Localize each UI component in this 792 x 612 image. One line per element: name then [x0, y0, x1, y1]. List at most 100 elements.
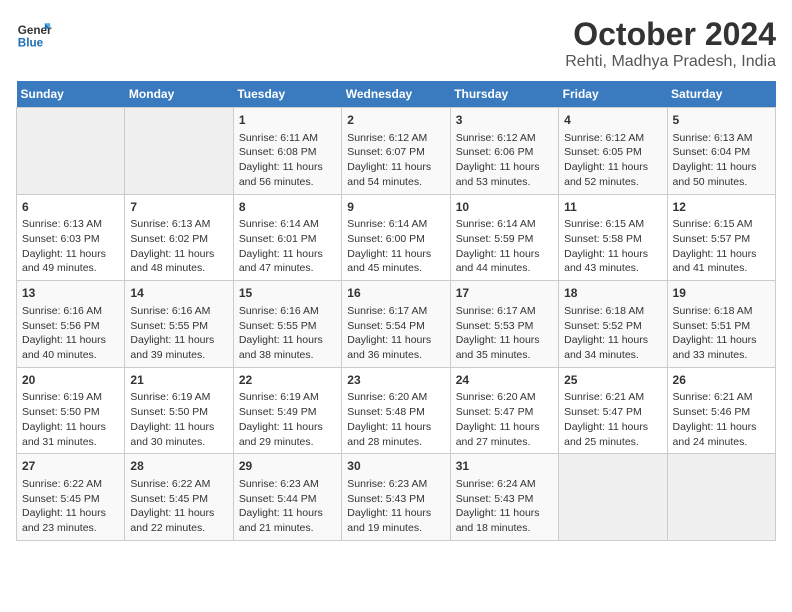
calendar-week-3: 13 Sunrise: 6:16 AM Sunset: 5:56 PM Dayli… — [17, 281, 776, 368]
day-content: Sunrise: 6:12 AM Sunset: 6:06 PM Dayligh… — [456, 131, 553, 190]
header-cell-wednesday: Wednesday — [342, 81, 450, 108]
calendar-cell: 2Sunrise: 6:12 AM Sunset: 6:07 PM Daylig… — [342, 108, 450, 195]
day-number: 2 — [347, 112, 444, 129]
day-number: 13 — [22, 285, 119, 302]
calendar-cell: 18Sunrise: 6:18 AM Sunset: 5:52 PM Dayli… — [559, 281, 667, 368]
day-number: 23 — [347, 372, 444, 389]
calendar-cell: 3Sunrise: 6:12 AM Sunset: 6:06 PM Daylig… — [450, 108, 558, 195]
calendar-cell: 1 Sunrise: 6:11 AM Sunset: 6:08 PM Daylig… — [233, 108, 341, 195]
day-number: 25 — [564, 372, 661, 389]
day-content: Sunrise: 6:19 AM Sunset: 5:49 PM Dayligh… — [239, 390, 336, 449]
day-content: Sunrise: 6:13 AM Sunset: 6:03 PM Dayligh… — [22, 217, 119, 276]
header-cell-friday: Friday — [559, 81, 667, 108]
day-content: Sunrise: 6:23 AM Sunset: 5:44 PM Dayligh… — [239, 477, 336, 536]
calendar-table: SundayMondayTuesdayWednesdayThursdayFrid… — [16, 81, 776, 541]
calendar-cell: 8Sunrise: 6:14 AM Sunset: 6:01 PM Daylig… — [233, 194, 341, 281]
day-content: Sunrise: 6:22 AM Sunset: 5:45 PM Dayligh… — [130, 477, 227, 536]
day-content: Sunrise: 6:17 AM Sunset: 5:53 PM Dayligh… — [456, 304, 553, 363]
day-number: 31 — [456, 458, 553, 475]
calendar-cell: 26Sunrise: 6:21 AM Sunset: 5:46 PM Dayli… — [667, 367, 775, 454]
calendar-cell: 6Sunrise: 6:13 AM Sunset: 6:03 PM Daylig… — [17, 194, 125, 281]
header-cell-tuesday: Tuesday — [233, 81, 341, 108]
header-cell-monday: Monday — [125, 81, 233, 108]
day-content: Sunrise: 6:21 AM Sunset: 5:47 PM Dayligh… — [564, 390, 661, 449]
day-number: 30 — [347, 458, 444, 475]
day-content: Sunrise: 6:16 AM Sunset: 5:56 PM Dayligh… — [22, 304, 119, 363]
day-content: Sunrise: 6:14 AM Sunset: 6:01 PM Dayligh… — [239, 217, 336, 276]
header-cell-saturday: Saturday — [667, 81, 775, 108]
calendar-cell: 14Sunrise: 6:16 AM Sunset: 5:55 PM Dayli… — [125, 281, 233, 368]
day-content: Sunrise: 6:21 AM Sunset: 5:46 PM Dayligh… — [673, 390, 770, 449]
day-content: Sunrise: 6:23 AM Sunset: 5:43 PM Dayligh… — [347, 477, 444, 536]
day-number: 29 — [239, 458, 336, 475]
day-content: Sunrise: 6:13 AM Sunset: 6:04 PM Dayligh… — [673, 131, 770, 190]
calendar-cell: 23Sunrise: 6:20 AM Sunset: 5:48 PM Dayli… — [342, 367, 450, 454]
calendar-header: SundayMondayTuesdayWednesdayThursdayFrid… — [17, 81, 776, 108]
day-number: 12 — [673, 199, 770, 216]
calendar-cell: 17Sunrise: 6:17 AM Sunset: 5:53 PM Dayli… — [450, 281, 558, 368]
calendar-cell: 29 Sunrise: 6:23 AM Sunset: 5:44 PM Dayli… — [233, 454, 341, 541]
day-number: 18 — [564, 285, 661, 302]
calendar-cell — [559, 454, 667, 541]
calendar-cell: 31 Sunrise: 6:24 AM Sunset: 5:43 PM Dayli… — [450, 454, 558, 541]
calendar-cell: 7Sunrise: 6:13 AM Sunset: 6:02 PM Daylig… — [125, 194, 233, 281]
calendar-week-1: 1 Sunrise: 6:11 AM Sunset: 6:08 PM Daylig… — [17, 108, 776, 195]
day-number: 26 — [673, 372, 770, 389]
page-header: General Blue October 2024 Rehti, Madhya … — [16, 16, 776, 71]
calendar-cell: 9Sunrise: 6:14 AM Sunset: 6:00 PM Daylig… — [342, 194, 450, 281]
day-content: Sunrise: 6:19 AM Sunset: 5:50 PM Dayligh… — [22, 390, 119, 449]
day-content: Sunrise: 6:15 AM Sunset: 5:58 PM Dayligh… — [564, 217, 661, 276]
calendar-cell: 21Sunrise: 6:19 AM Sunset: 5:50 PM Dayli… — [125, 367, 233, 454]
day-content: Sunrise: 6:18 AM Sunset: 5:51 PM Dayligh… — [673, 304, 770, 363]
day-number: 14 — [130, 285, 227, 302]
calendar-cell: 25Sunrise: 6:21 AM Sunset: 5:47 PM Dayli… — [559, 367, 667, 454]
day-number: 27 — [22, 458, 119, 475]
calendar-cell: 5Sunrise: 6:13 AM Sunset: 6:04 PM Daylig… — [667, 108, 775, 195]
day-number: 16 — [347, 285, 444, 302]
day-content: Sunrise: 6:22 AM Sunset: 5:45 PM Dayligh… — [22, 477, 119, 536]
day-number: 8 — [239, 199, 336, 216]
day-content: Sunrise: 6:13 AM Sunset: 6:02 PM Dayligh… — [130, 217, 227, 276]
day-number: 20 — [22, 372, 119, 389]
day-number: 22 — [239, 372, 336, 389]
logo: General Blue — [16, 16, 52, 52]
calendar-week-5: 27 Sunrise: 6:22 AM Sunset: 5:45 PM Dayli… — [17, 454, 776, 541]
calendar-cell — [17, 108, 125, 195]
day-content: Sunrise: 6:11 AM Sunset: 6:08 PM Dayligh… — [239, 131, 336, 190]
day-number: 10 — [456, 199, 553, 216]
calendar-cell: 19 Sunrise: 6:18 AM Sunset: 5:51 PM Dayli… — [667, 281, 775, 368]
calendar-cell: 12Sunrise: 6:15 AM Sunset: 5:57 PM Dayli… — [667, 194, 775, 281]
day-number: 24 — [456, 372, 553, 389]
day-content: Sunrise: 6:24 AM Sunset: 5:43 PM Dayligh… — [456, 477, 553, 536]
day-content: Sunrise: 6:15 AM Sunset: 5:57 PM Dayligh… — [673, 217, 770, 276]
header-row: SundayMondayTuesdayWednesdayThursdayFrid… — [17, 81, 776, 108]
day-number: 21 — [130, 372, 227, 389]
day-number: 28 — [130, 458, 227, 475]
calendar-week-4: 20Sunrise: 6:19 AM Sunset: 5:50 PM Dayli… — [17, 367, 776, 454]
header-cell-sunday: Sunday — [17, 81, 125, 108]
day-content: Sunrise: 6:20 AM Sunset: 5:48 PM Dayligh… — [347, 390, 444, 449]
day-number: 9 — [347, 199, 444, 216]
day-content: Sunrise: 6:19 AM Sunset: 5:50 PM Dayligh… — [130, 390, 227, 449]
day-content: Sunrise: 6:14 AM Sunset: 6:00 PM Dayligh… — [347, 217, 444, 276]
page-subtitle: Rehti, Madhya Pradesh, India — [565, 53, 776, 71]
day-content: Sunrise: 6:17 AM Sunset: 5:54 PM Dayligh… — [347, 304, 444, 363]
calendar-cell: 4Sunrise: 6:12 AM Sunset: 6:05 PM Daylig… — [559, 108, 667, 195]
day-content: Sunrise: 6:20 AM Sunset: 5:47 PM Dayligh… — [456, 390, 553, 449]
calendar-week-2: 6Sunrise: 6:13 AM Sunset: 6:03 PM Daylig… — [17, 194, 776, 281]
calendar-cell: 10Sunrise: 6:14 AM Sunset: 5:59 PM Dayli… — [450, 194, 558, 281]
calendar-cell: 28 Sunrise: 6:22 AM Sunset: 5:45 PM Dayli… — [125, 454, 233, 541]
calendar-cell: 22Sunrise: 6:19 AM Sunset: 5:49 PM Dayli… — [233, 367, 341, 454]
day-number: 19 — [673, 285, 770, 302]
calendar-cell: 15Sunrise: 6:16 AM Sunset: 5:55 PM Dayli… — [233, 281, 341, 368]
day-number: 7 — [130, 199, 227, 216]
day-content: Sunrise: 6:16 AM Sunset: 5:55 PM Dayligh… — [239, 304, 336, 363]
calendar-body: 1 Sunrise: 6:11 AM Sunset: 6:08 PM Daylig… — [17, 108, 776, 541]
day-number: 1 — [239, 112, 336, 129]
day-content: Sunrise: 6:14 AM Sunset: 5:59 PM Dayligh… — [456, 217, 553, 276]
calendar-cell: 16 Sunrise: 6:17 AM Sunset: 5:54 PM Dayli… — [342, 281, 450, 368]
calendar-cell: 30 Sunrise: 6:23 AM Sunset: 5:43 PM Dayli… — [342, 454, 450, 541]
calendar-cell — [667, 454, 775, 541]
calendar-cell: 24Sunrise: 6:20 AM Sunset: 5:47 PM Dayli… — [450, 367, 558, 454]
calendar-cell: 20Sunrise: 6:19 AM Sunset: 5:50 PM Dayli… — [17, 367, 125, 454]
